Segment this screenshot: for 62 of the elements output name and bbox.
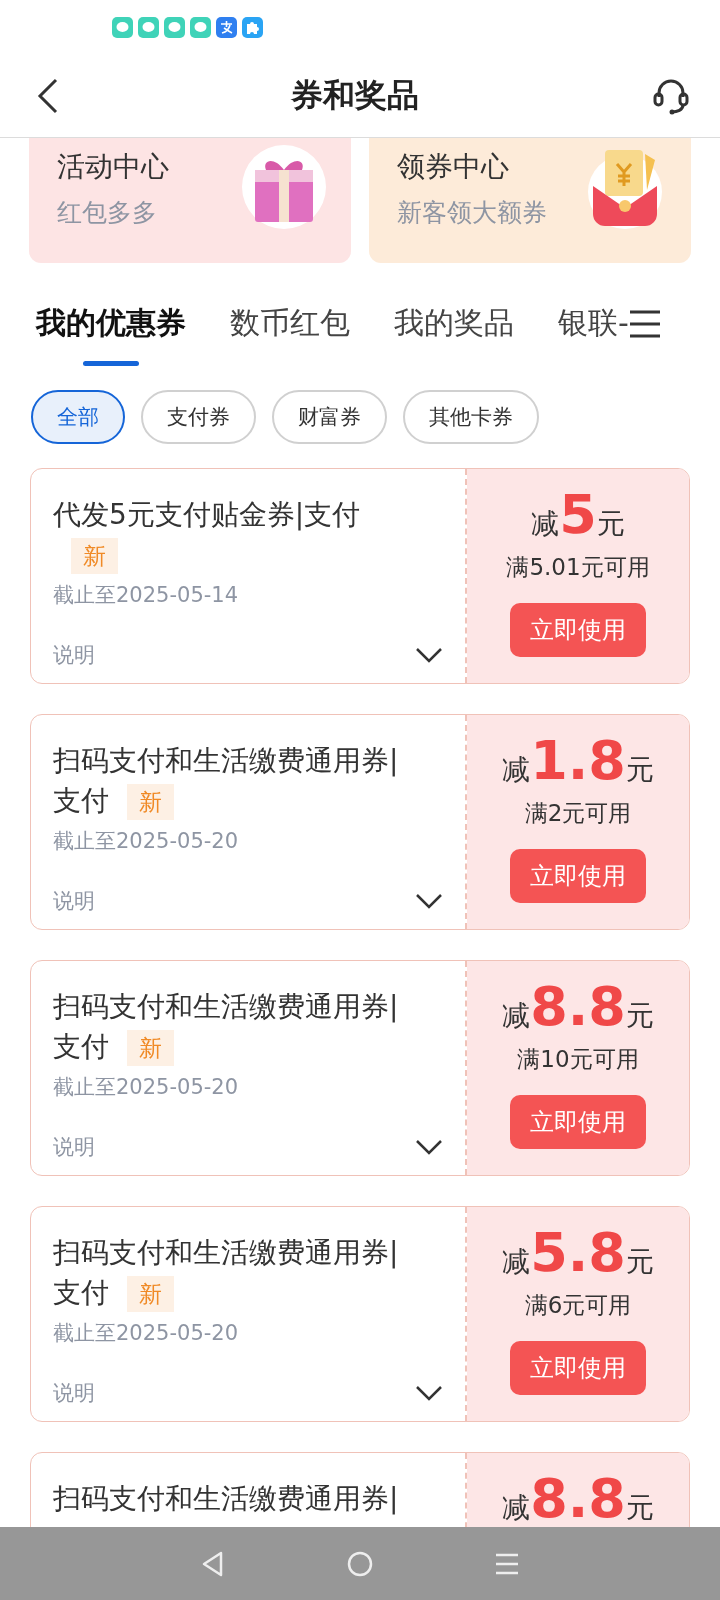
- new-badge: 新: [127, 1276, 174, 1312]
- filter-chip[interactable]: 财富券: [272, 390, 387, 444]
- coupon-title: 扫码支付和生活缴费通用券|支付 新: [53, 1233, 411, 1313]
- new-badge: 新: [71, 538, 118, 574]
- promo-card[interactable]: 领券中心 新客领大额券: [369, 138, 691, 263]
- expiry-date: 截止至2025-05-20: [53, 1074, 240, 1101]
- filter-chip[interactable]: 其他卡券: [403, 390, 539, 444]
- headset-icon[interactable]: [652, 77, 690, 115]
- discount-prefix: 减: [502, 752, 531, 788]
- discount-prefix: 减: [502, 998, 531, 1034]
- page-title: 券和奖品: [291, 75, 419, 116]
- coupon-title: 扫码支付和生活缴费通用券|支付 新: [53, 741, 411, 821]
- discount-prefix: 减: [502, 1490, 531, 1526]
- coupon-title: 扫码支付和生活缴费通用券|: [53, 1481, 400, 1517]
- discount-amount: 8.8: [530, 1467, 626, 1530]
- back-icon[interactable]: [36, 78, 58, 114]
- chevron-down-icon[interactable]: [415, 893, 443, 909]
- card-title: 活动中心: [57, 149, 169, 185]
- tab[interactable]: 数币红包: [230, 303, 350, 366]
- menu-icon[interactable]: [628, 308, 661, 339]
- chat-app-icon: [164, 17, 185, 38]
- expiry-date: 截止至2025-05-20: [53, 1320, 240, 1347]
- chevron-down-icon[interactable]: [415, 647, 443, 663]
- usage-condition: 满6元可用: [524, 1291, 632, 1320]
- promo-card[interactable]: 活动中心 红包多多: [29, 138, 351, 263]
- filter-chip[interactable]: 支付券: [141, 390, 256, 444]
- currency-unit: 元: [625, 1244, 654, 1280]
- chat-app-icon: [190, 17, 211, 38]
- usage-condition: 满10元可用: [517, 1045, 639, 1074]
- new-badge: 新: [127, 1030, 174, 1066]
- expiry-date: 截止至2025-05-14: [53, 582, 240, 609]
- discount-amount: 8.8: [530, 975, 626, 1038]
- currency-unit: 元: [596, 506, 625, 542]
- currency-unit: 元: [625, 998, 654, 1034]
- usage-condition: 满5.01元可用: [506, 553, 650, 582]
- payment-app-icon: [216, 17, 237, 38]
- currency-unit: 元: [625, 1490, 654, 1526]
- discount-amount: 5.8: [530, 1221, 626, 1284]
- tab[interactable]: 我的优惠券: [36, 303, 186, 366]
- coupon-title: 代发5元支付贴金券|支付 新: [53, 495, 411, 575]
- chevron-down-icon[interactable]: [415, 1139, 443, 1155]
- card-subtitle: 新客领大额券: [397, 197, 547, 229]
- tab-underline: [83, 361, 139, 366]
- discount-amount: 5: [559, 483, 597, 546]
- card-title: 领券中心: [397, 149, 510, 185]
- discount-prefix: 减: [531, 506, 560, 542]
- expiry-date: 截止至2025-05-20: [53, 828, 240, 855]
- puzzle-icon: [242, 17, 263, 38]
- discount-amount: 1.8: [530, 729, 626, 792]
- filter-chip[interactable]: 全部: [31, 390, 125, 444]
- currency-unit: 元: [625, 752, 654, 788]
- chat-app-icon: [138, 17, 159, 38]
- new-badge: 新: [127, 784, 174, 820]
- coupon-title: 扫码支付和生活缴费通用券|支付 新: [53, 987, 411, 1067]
- discount-prefix: 减: [502, 1244, 531, 1280]
- chat-app-icon: [112, 17, 133, 38]
- tab[interactable]: 我的奖品: [394, 303, 514, 366]
- gift-box-icon: [241, 144, 327, 230]
- tab[interactable]: 银联-: [558, 303, 629, 366]
- usage-condition: 满2元可用: [524, 799, 632, 828]
- card-subtitle: 红包多多: [57, 197, 158, 229]
- chevron-down-icon[interactable]: [415, 1385, 443, 1401]
